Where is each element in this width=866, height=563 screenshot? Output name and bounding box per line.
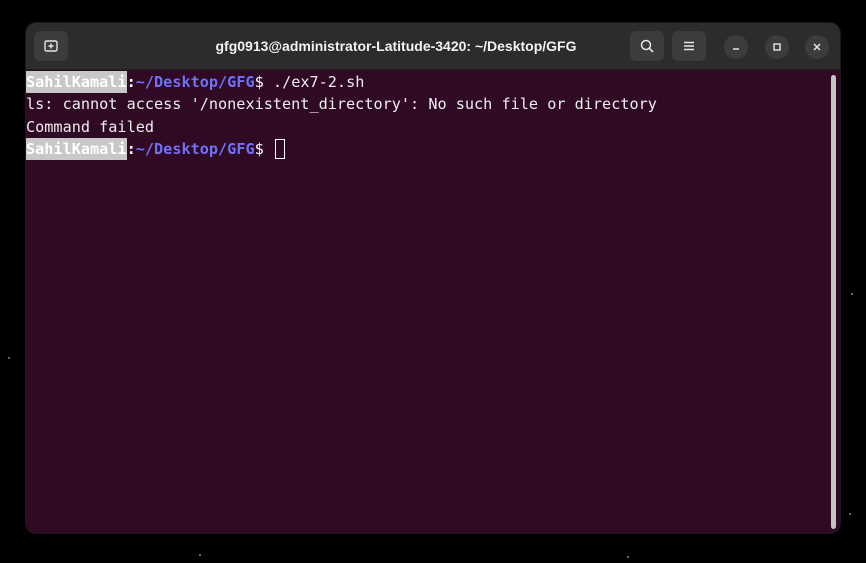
new-tab-icon (44, 40, 58, 52)
search-button[interactable] (630, 31, 664, 61)
close-icon (813, 43, 821, 51)
terminal-window: gfg0913@administrator-Latitude-3420: ~/D… (26, 23, 840, 533)
prompt-colon: : (126, 139, 136, 158)
output-text: Command failed (26, 117, 155, 136)
prompt-symbol: $ (254, 139, 264, 158)
search-icon (640, 39, 654, 53)
prompt-user: SahilKamali (26, 71, 127, 94)
output-line: Command failed (26, 116, 828, 138)
output-line: ls: cannot access '/nonexistent_director… (26, 93, 828, 115)
new-tab-button[interactable] (34, 31, 68, 61)
maximize-button[interactable] (765, 35, 789, 59)
minimize-icon (733, 48, 739, 50)
terminal-output-area[interactable]: SahilKamali: ~/Desktop/GFG $ ./ex7-2.sh ls… (26, 70, 828, 533)
prompt-symbol: $ (254, 73, 264, 91)
title-bar: gfg0913@administrator-Latitude-3420: ~/D… (26, 23, 840, 70)
window-title: gfg0913@administrator-Latitude-3420: ~/D… (215, 38, 577, 54)
prompt-command: ./ex7-2.sh (263, 73, 365, 91)
close-button[interactable] (805, 35, 829, 59)
text-cursor (274, 139, 285, 160)
prompt-line: SahilKamali: ~/Desktop/GFG $ (26, 137, 828, 161)
hamburger-menu-icon (684, 41, 694, 51)
prompt-path: ~/Desktop/GFG (135, 139, 255, 158)
prompt-path: ~/Desktop/GFG (135, 73, 255, 91)
maximize-icon (773, 43, 781, 51)
minimize-button[interactable] (724, 35, 748, 59)
scrollbar[interactable] (831, 75, 836, 529)
prompt-command (264, 138, 273, 160)
output-text: ls: cannot access '/nonexistent_director… (26, 95, 657, 114)
menu-button[interactable] (672, 31, 706, 61)
prompt-line: SahilKamali: ~/Desktop/GFG $ ./ex7-2.sh (26, 71, 828, 94)
prompt-user: SahilKamali (26, 137, 127, 161)
prompt-colon: : (126, 73, 136, 91)
